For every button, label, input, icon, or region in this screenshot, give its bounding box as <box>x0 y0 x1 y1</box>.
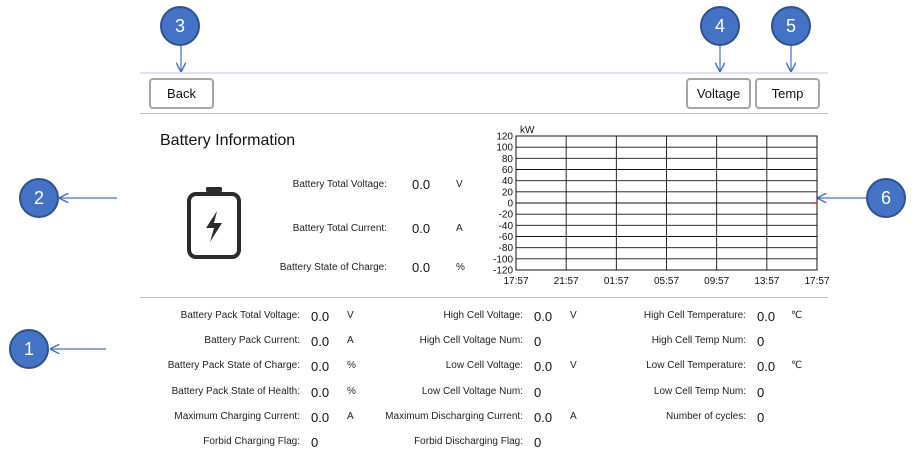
detail-label: High Cell Temp Num: <box>651 335 746 346</box>
detail-label: High Cell Voltage: <box>443 310 524 321</box>
callout-3: 3 <box>160 6 200 46</box>
chart-y-tick-label: 100 <box>496 143 513 154</box>
detail-unit: ℃ <box>791 360 803 371</box>
detail-value: 0.0 <box>757 359 776 374</box>
summary-value-state-of-charge: 0.0 <box>412 260 431 275</box>
summary-label-total-voltage: Battery Total Voltage: <box>292 179 387 190</box>
detail-label: High Cell Voltage Num: <box>419 335 523 346</box>
chart-y-tick-label: 60 <box>502 165 514 176</box>
detail-value: 0 <box>757 334 765 349</box>
callout-6: 6 <box>866 178 906 218</box>
chart-x-tick-label: 01:57 <box>604 276 629 287</box>
power-chart: 120100806040200-20-40-60-80-100-12017:57… <box>493 125 830 287</box>
temp-button[interactable]: Temp <box>755 78 820 109</box>
chart-y-axis-label: kW <box>520 125 535 136</box>
detail-value: 0 <box>311 435 319 450</box>
summary-label-total-current: Battery Total Current: <box>292 223 387 234</box>
page-title: Battery Information <box>160 132 296 149</box>
detail-label: Battery Pack Total Voltage: <box>180 310 300 321</box>
summary-value-total-current: 0.0 <box>412 221 431 236</box>
chart-y-tick-label: -120 <box>493 266 513 277</box>
summary-label-state-of-charge: Battery State of Charge: <box>279 262 387 273</box>
chart-x-tick-label: 13:57 <box>754 276 779 287</box>
voltage-button[interactable]: Voltage <box>686 78 751 109</box>
chart-y-tick-label: -20 <box>499 210 514 221</box>
detail-unit: ℃ <box>791 310 803 321</box>
details-divider <box>140 297 828 298</box>
chart-y-tick-label: 80 <box>502 154 514 165</box>
chart-y-tick-label: 20 <box>502 187 514 198</box>
detail-value: 0 <box>757 385 765 400</box>
chart-y-tick-label: -80 <box>499 243 514 254</box>
callout-1: 1 <box>9 329 49 369</box>
detail-label: Battery Pack State of Charge: <box>167 360 300 371</box>
callout-5: 5 <box>771 6 811 46</box>
chart-x-tick-label: 21:57 <box>554 276 579 287</box>
summary-unit-total-current: A <box>456 223 463 234</box>
chart-y-tick-label: -40 <box>499 221 514 232</box>
detail-label: Maximum Charging Current: <box>174 411 300 422</box>
chart-y-tick-label: 120 <box>496 132 513 143</box>
chart-x-tick-label: 05:57 <box>654 276 679 287</box>
callout-2: 2 <box>19 178 59 218</box>
callout-4: 4 <box>700 6 740 46</box>
toolbar-divider <box>140 113 828 114</box>
chart-y-tick-label: 0 <box>507 199 513 210</box>
detail-label: Low Cell Voltage: <box>445 360 523 371</box>
detail-label: Battery Pack Current: <box>204 335 300 346</box>
chart-y-tick-label: 40 <box>502 176 514 187</box>
chart-x-tick-label: 17:57 <box>804 276 829 287</box>
detail-value: 0 <box>534 385 542 400</box>
summary-unit-total-voltage: V <box>456 179 463 190</box>
chart-y-tick-label: -60 <box>499 232 514 243</box>
detail-value: 0.0 <box>757 309 776 324</box>
detail-value: 0 <box>757 410 765 425</box>
detail-label: Low Cell Temp Num: <box>653 386 746 397</box>
detail-label: Low Cell Temperature: <box>646 360 746 371</box>
detail-label: Low Cell Voltage Num: <box>421 386 523 397</box>
header-top-border <box>140 72 828 74</box>
chart-x-tick-label: 17:57 <box>503 276 528 287</box>
detail-label: High Cell Temperature: <box>643 310 746 321</box>
back-button[interactable]: Back <box>149 78 214 109</box>
detail-label: Battery Pack State of Health: <box>171 386 300 397</box>
detail-value: 0 <box>534 334 542 349</box>
detail-label: Forbid Charging Flag: <box>203 436 300 447</box>
detail-label: Maximum Discharging Current: <box>385 411 523 422</box>
detail-label: Forbid Discharging Flag: <box>414 436 523 447</box>
summary-value-total-voltage: 0.0 <box>412 177 431 192</box>
chart-y-tick-label: -100 <box>493 254 513 265</box>
detail-value: 0 <box>534 435 542 450</box>
chart-x-tick-label: 09:57 <box>704 276 729 287</box>
summary-unit-state-of-charge: % <box>456 262 465 273</box>
detail-label: Number of cycles: <box>665 411 746 422</box>
